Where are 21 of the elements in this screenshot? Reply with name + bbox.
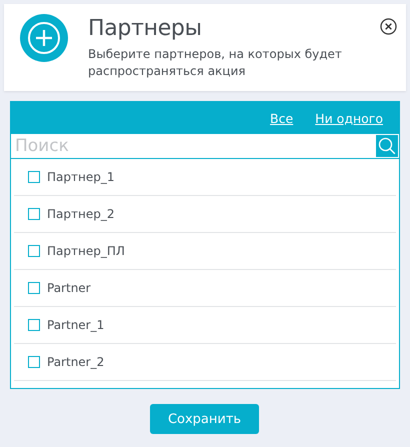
add-icon — [20, 14, 68, 62]
partner-label: Партнер_2 — [47, 207, 114, 221]
save-button[interactable]: Сохранить — [150, 404, 259, 434]
search-button[interactable] — [376, 135, 398, 157]
partner-label: Партнер_ПЛ — [47, 244, 125, 258]
dialog-subtitle: Выберите партнеров, на которых будет распространяться акция — [88, 46, 343, 80]
partner-label: Партнер_1 — [47, 170, 114, 184]
checkbox[interactable] — [28, 319, 40, 331]
select-none-link[interactable]: Ни одного — [315, 110, 383, 126]
checkbox[interactable] — [28, 208, 40, 220]
partner-label: Partner — [47, 281, 91, 295]
close-icon[interactable] — [380, 18, 397, 35]
dialog-title: Партнеры — [88, 16, 203, 41]
checkbox[interactable] — [28, 356, 40, 368]
search-icon — [378, 137, 396, 155]
checkbox[interactable] — [28, 245, 40, 257]
checkbox[interactable] — [28, 282, 40, 294]
select-all-link[interactable]: Все — [270, 110, 294, 126]
partner-label: Partner_1 — [47, 318, 104, 332]
checkbox[interactable] — [28, 171, 40, 183]
partner-label: Partner_2 — [47, 355, 104, 369]
